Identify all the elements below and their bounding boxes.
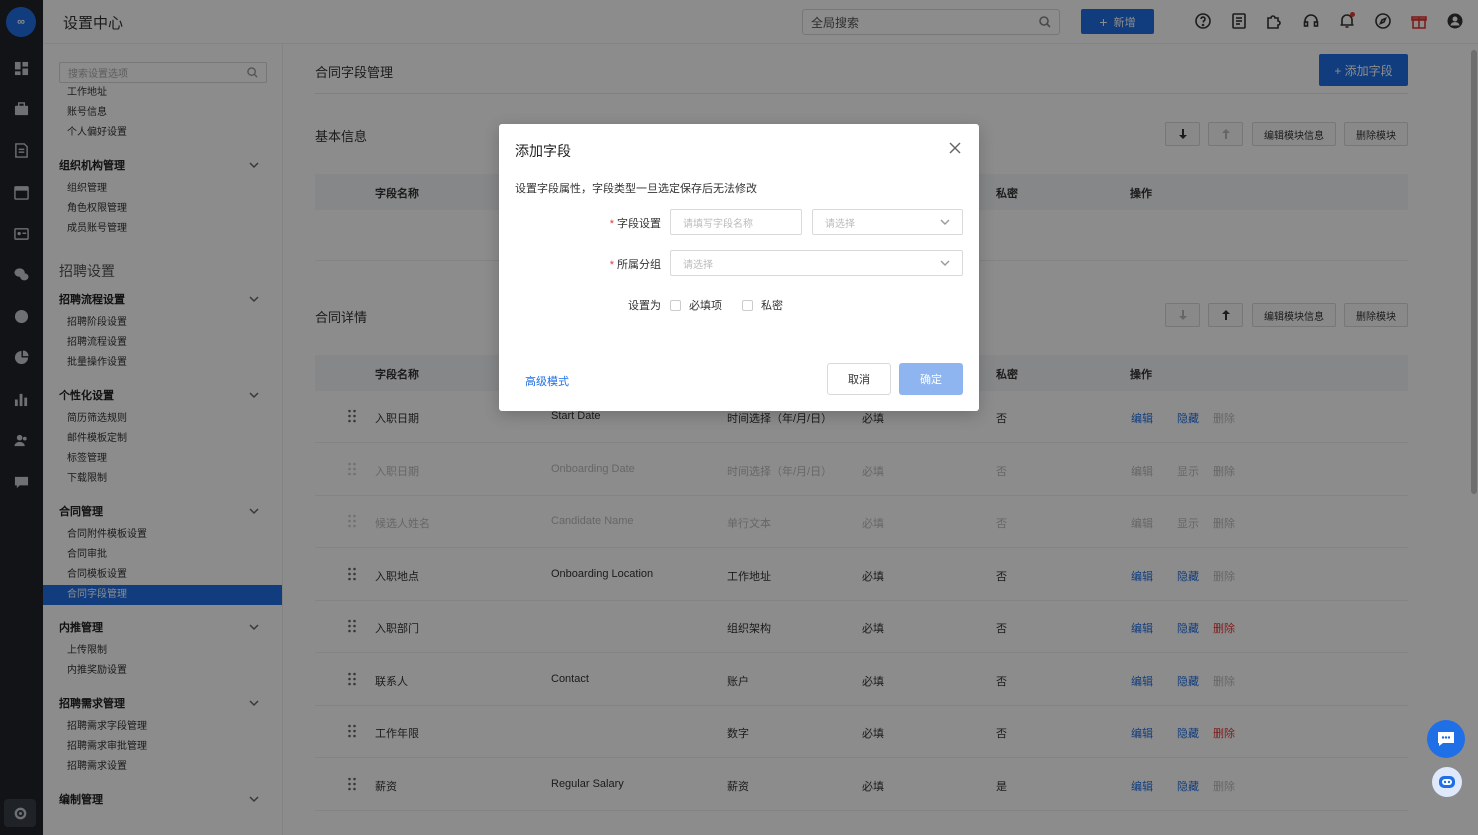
chevron-down-icon [940,219,950,225]
confirm-button[interactable]: 确定 [899,363,963,395]
required-option-label: 必填项 [689,300,722,312]
group-label-text: 所属分组 [617,259,661,271]
advanced-mode-link[interactable]: 高级模式 [525,373,569,389]
field-type-placeholder: 请选择 [825,218,855,230]
cancel-button[interactable]: 取消 [827,363,891,395]
field-setting-text: 字段设置 [617,218,661,230]
field-name-placeholder: 请填写字段名称 [683,218,753,230]
private-checkbox[interactable]: 私密 [742,297,783,313]
dialog-title: 添加字段 [515,143,571,159]
field-type-select[interactable]: 请选择 [812,209,963,235]
chat-support-button[interactable] [1427,720,1465,758]
checkbox-box[interactable] [742,299,753,311]
checkbox-box[interactable] [670,299,681,311]
field-name-input[interactable]: 请填写字段名称 [670,209,802,235]
chat-bubble-icon [1438,732,1454,746]
dialog-hint: 设置字段属性，字段类型一旦选定保存后无法修改 [515,183,757,195]
set-as-label: 设置为 [628,300,661,312]
group-placeholder: 请选择 [683,259,713,271]
add-field-dialog: 添加字段 设置字段属性，字段类型一旦选定保存后无法修改 * 字段设置 请填写字段名… [499,124,979,411]
required-checkbox[interactable]: 必填项 [670,297,722,313]
close-icon[interactable] [949,142,963,156]
app-root: ∞ 设置中心 全局搜索 + 新增 搜索设置选项 工作地址 账号信息 个人偏好设置… [0,0,1478,835]
required-mark: * [609,259,614,271]
field-setting-label: * 字段设置 [589,215,661,231]
robot-icon [1439,776,1455,788]
group-label: * 所属分组 [589,256,661,272]
assistant-robot-button[interactable] [1432,767,1462,797]
group-select[interactable]: 请选择 [670,250,963,276]
chevron-down-icon [940,260,950,266]
required-mark: * [609,218,614,230]
private-option-label: 私密 [761,300,783,312]
